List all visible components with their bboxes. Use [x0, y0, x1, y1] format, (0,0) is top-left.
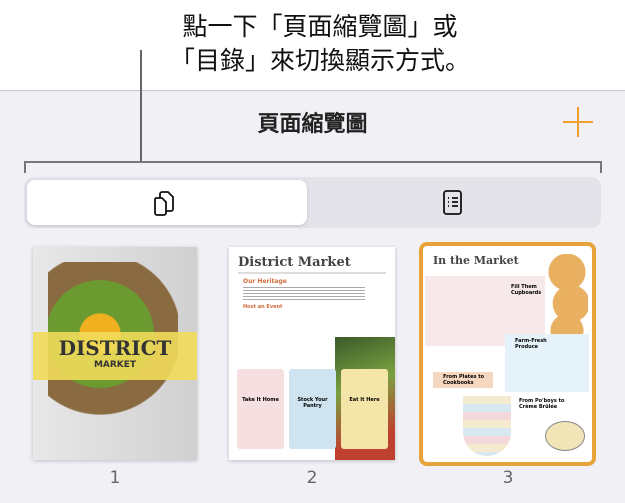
bowls-illustration — [463, 396, 511, 456]
callout-bracket — [24, 161, 602, 173]
view-segmented-control — [24, 177, 601, 228]
divider — [238, 272, 386, 274]
item-4: From Po'boys to Crème Brûlée — [519, 398, 565, 410]
card-row: Take It Home Stock Your Pantry Eat It He… — [237, 369, 388, 449]
card-eat-it-here: Eat It Here — [341, 369, 388, 449]
section-heading: Our Heritage — [243, 278, 287, 285]
page-thumbnail-3-selected[interactable]: In the Market Fill Them Cupboards Farm-F… — [419, 242, 596, 466]
cover-subtitle: MARKET — [93, 360, 137, 370]
toc-icon — [443, 190, 462, 215]
body-text — [243, 287, 365, 300]
plus-icon[interactable] — [563, 107, 593, 137]
cover-banner: DISTRICT MARKET — [33, 332, 197, 380]
page-number-3: 3 — [502, 468, 514, 488]
card-take-it-home: Take It Home — [237, 369, 284, 449]
page-heading: District Market — [238, 255, 351, 270]
panel-title: 頁面縮覽圖 — [257, 112, 368, 137]
item-3: From Plates to Cookbooks — [433, 372, 493, 388]
section-heading: Host an Event — [243, 304, 283, 310]
pages-icon — [154, 191, 174, 216]
orange-slices — [546, 254, 588, 344]
item-2: Farm-Fresh Produce — [515, 338, 547, 350]
page-thumbnail-1[interactable]: DISTRICT MARKET — [33, 247, 197, 460]
item-1: Fill Them Cupboards — [511, 284, 542, 296]
card-stock-pantry: Stock Your Pantry — [289, 369, 336, 449]
callout-line-1: 點一下「頁面縮覽圖」或 — [182, 12, 458, 41]
page-number-1: 1 — [109, 468, 121, 488]
page-number-2: 2 — [306, 468, 318, 488]
page-thumbnail-2[interactable]: District Market Our Heritage Host an Eve… — [229, 247, 395, 460]
cover-title: DISTRICT — [58, 336, 172, 360]
callout-text: 點一下「頁面縮覽圖」或 「目錄」來切換顯示方式。 — [150, 10, 490, 78]
callout-line-2: 「目錄」來切換顯示方式。 — [169, 46, 470, 75]
creme-brulee-illustration — [545, 421, 585, 451]
